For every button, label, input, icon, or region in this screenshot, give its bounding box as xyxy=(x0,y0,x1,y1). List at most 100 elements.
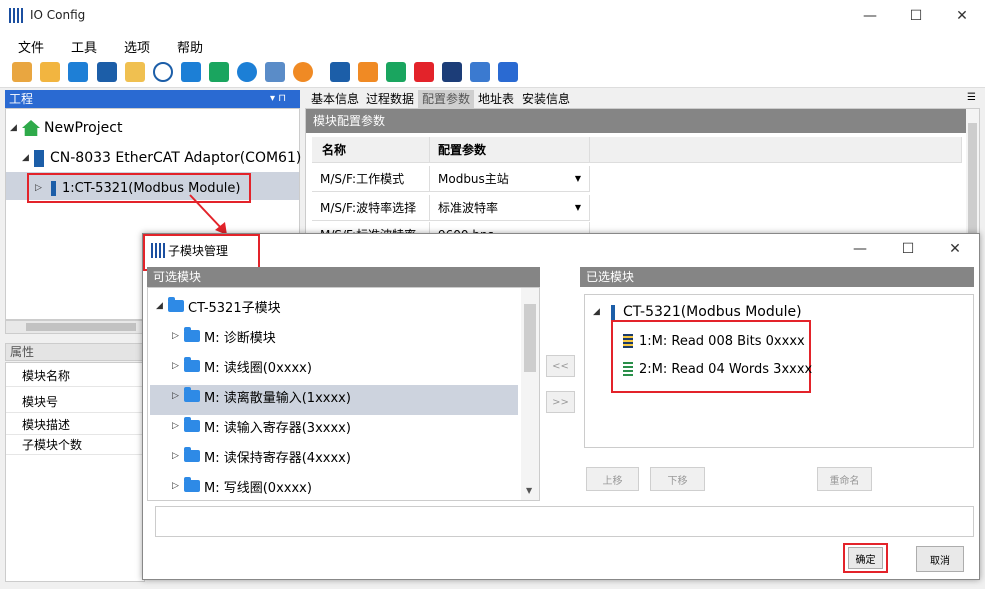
close-button[interactable]: ✕ xyxy=(939,0,985,32)
config-scrollbar[interactable] xyxy=(966,109,979,237)
module-icon xyxy=(51,180,56,196)
panel-pin-icon[interactable]: ▾ ⊓ xyxy=(270,90,286,108)
available-item[interactable]: ▷ M: 读输入寄存器(3xxxx) xyxy=(172,413,351,439)
info-icon[interactable] xyxy=(209,62,229,82)
selected-item[interactable]: 1:M: Read 008 Bits 0xxxx xyxy=(623,328,805,354)
menu-options[interactable]: 选项 xyxy=(124,37,150,56)
scroll-down-icon[interactable]: ▼ xyxy=(526,486,532,495)
tree-item-label: M: 读离散量输入(1xxxx) xyxy=(204,390,351,406)
manual-icon[interactable] xyxy=(265,62,285,82)
bits-icon xyxy=(623,334,633,348)
tree-item-project[interactable]: ◢ NewProject xyxy=(10,115,122,141)
dialog-title: 子模块管理 xyxy=(168,244,229,258)
app-icon xyxy=(9,8,25,23)
folder-icon xyxy=(184,447,200,462)
upload-icon[interactable] xyxy=(386,62,406,82)
tree-scrollbar[interactable] xyxy=(5,320,145,334)
dialog-minimize-button[interactable]: — xyxy=(837,234,883,264)
available-item[interactable]: ▷ M: 写线圈(0xxxx) xyxy=(172,473,312,499)
available-modules-tree: ◢ CT-5321子模块 ▷ M: 诊断模块 ▷ M: 读线圈(0xxxx) ▷ M: … xyxy=(147,287,540,501)
scrollbar-thumb[interactable] xyxy=(26,323,136,331)
export-icon[interactable] xyxy=(498,62,518,82)
config-row-value[interactable]: 标准波特率 ▼ xyxy=(430,195,590,221)
column-header-value: 配置参数 xyxy=(430,137,590,163)
expanded-arrow-icon[interactable]: ◢ xyxy=(10,123,22,133)
maximize-button[interactable]: ☐ xyxy=(893,0,939,32)
dialog-close-button[interactable]: ✕ xyxy=(932,234,978,264)
available-item[interactable]: ▷ M: 诊断模块 xyxy=(172,323,276,349)
help-icon[interactable] xyxy=(237,62,257,82)
edit-icon[interactable] xyxy=(442,62,462,82)
config-section-title: 模块配置参数 xyxy=(306,109,979,133)
expanded-arrow-icon[interactable]: ◢ xyxy=(22,153,34,163)
search-icon[interactable] xyxy=(153,62,173,82)
app-icon xyxy=(151,243,167,258)
column-header-name: 名称 xyxy=(312,137,430,163)
available-item-selected[interactable]: ▷ M: 读离散量输入(1xxxx) xyxy=(172,383,351,409)
available-item[interactable]: ▷ M: 读保持寄存器(4xxxx) xyxy=(172,443,351,469)
submodule-dialog: 子模块管理 — ☐ ✕ 可选模块 ◢ CT-5321子模块 ▷ M: 诊断模块 ▷ M… xyxy=(142,233,980,580)
module-icon xyxy=(611,304,615,320)
toolbar xyxy=(0,58,985,88)
save-icon[interactable] xyxy=(68,62,88,82)
rename-button[interactable]: 重命名 xyxy=(817,467,872,491)
expanded-arrow-icon[interactable]: ◢ xyxy=(593,307,605,317)
tree-item-label: M: 诊断模块 xyxy=(204,330,276,346)
config-panel: 模块配置参数 名称 配置参数 M/S/F:工作模式 Modbus主站 ▼ M/S/… xyxy=(305,108,980,238)
download-icon[interactable] xyxy=(181,62,201,82)
available-item[interactable]: ▷ M: 读线圈(0xxxx) xyxy=(172,353,312,379)
ok-button[interactable]: 确定 xyxy=(848,547,883,569)
properties-list: 模块名称 模块号 模块描述 子模块个数 xyxy=(5,362,145,582)
settings-icon[interactable] xyxy=(125,62,145,82)
move-right-button[interactable]: >> xyxy=(546,391,575,413)
available-scrollbar[interactable]: ▼ xyxy=(521,288,539,500)
selected-item[interactable]: 2:M: Read 04 Words 3xxxx xyxy=(623,356,812,382)
calculator-icon[interactable] xyxy=(97,62,117,82)
folder-icon xyxy=(184,477,200,492)
properties-header: 属性 xyxy=(5,343,145,361)
available-root[interactable]: ◢ CT-5321子模块 xyxy=(156,293,281,319)
config-row-name: M/S/F:工作模式 xyxy=(312,166,430,192)
home-icon xyxy=(22,120,40,136)
menu-tools[interactable]: 工具 xyxy=(71,37,97,56)
tree-item-label: 2:M: Read 04 Words 3xxxx xyxy=(639,361,813,377)
add-module-icon[interactable] xyxy=(470,62,490,82)
menu-file[interactable]: 文件 xyxy=(18,37,44,56)
cancel-button[interactable]: 取消 xyxy=(916,546,964,572)
minimize-button[interactable]: — xyxy=(847,0,893,32)
expanded-arrow-icon[interactable]: ◢ xyxy=(156,301,168,311)
delete-icon[interactable] xyxy=(414,62,434,82)
tab-basic-info[interactable]: 基本信息 xyxy=(307,90,363,108)
folder-icon xyxy=(184,357,200,372)
menu-help[interactable]: 帮助 xyxy=(177,37,203,56)
tree-item-label: CT-5321(Modbus Module) xyxy=(623,304,802,320)
collapsed-arrow-icon[interactable]: ▷ xyxy=(35,183,47,193)
open-folder-icon[interactable] xyxy=(40,62,60,82)
tab-address-table[interactable]: 地址表 xyxy=(474,90,518,108)
move-up-button[interactable]: 上移 xyxy=(586,467,639,491)
module-icon[interactable] xyxy=(330,62,350,82)
move-left-button[interactable]: << xyxy=(546,355,575,377)
dialog-maximize-button[interactable]: ☐ xyxy=(885,234,931,264)
tab-install-info[interactable]: 安装信息 xyxy=(518,90,574,108)
folder-icon xyxy=(184,327,200,342)
config-row-value[interactable]: Modbus主站 ▼ xyxy=(430,166,590,192)
scrollbar-thumb[interactable] xyxy=(524,304,536,372)
tab-menu-icon[interactable]: ☰ xyxy=(967,92,976,103)
folder-icon xyxy=(168,297,184,312)
import-icon[interactable] xyxy=(358,62,378,82)
prop-row-count: 子模块个数 xyxy=(6,435,144,455)
scrollbar-thumb[interactable] xyxy=(968,123,977,233)
description-textbox[interactable] xyxy=(155,506,974,537)
tab-config-params[interactable]: 配置参数 xyxy=(418,90,475,108)
warning-icon[interactable] xyxy=(293,62,313,82)
properties-title: 属性 xyxy=(10,345,35,359)
config-row-name: M/S/F:波特率选择 xyxy=(312,195,430,221)
folder-icon xyxy=(184,417,200,432)
tree-item-label: NewProject xyxy=(44,120,123,136)
new-project-icon[interactable] xyxy=(12,62,32,82)
adaptor-icon xyxy=(34,149,44,167)
move-down-button[interactable]: 下移 xyxy=(650,467,705,491)
tree-item-adaptor[interactable]: ◢ CN-8033 EtherCAT Adaptor(COM61) xyxy=(22,145,301,171)
tab-process-data[interactable]: 过程数据 xyxy=(362,90,418,108)
